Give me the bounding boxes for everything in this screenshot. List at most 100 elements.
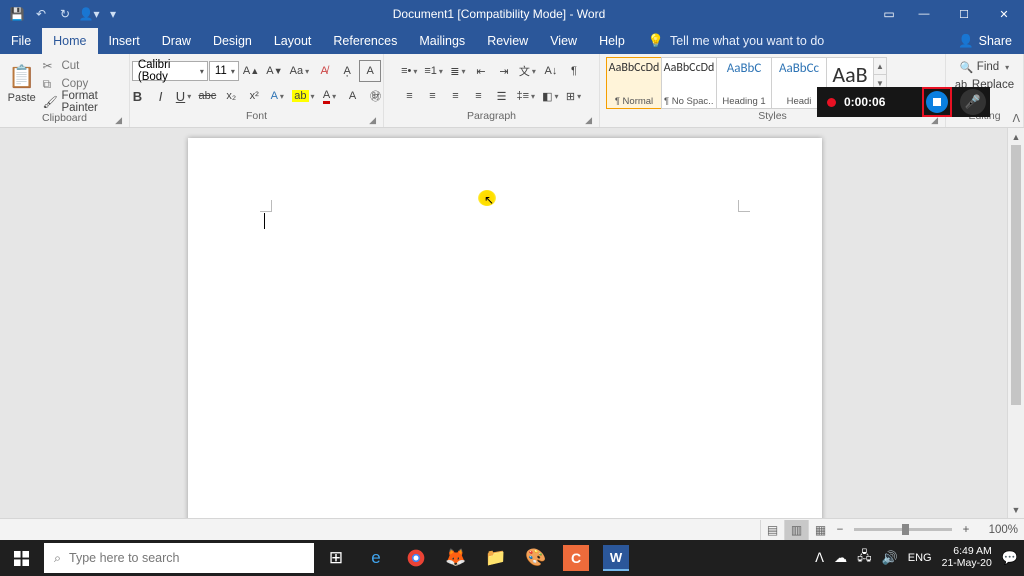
tab-file[interactable]: File <box>0 28 42 54</box>
paste-button[interactable]: 📋 Paste <box>5 56 38 112</box>
format-painter-button[interactable]: 🖌Format Painter <box>42 93 124 111</box>
style-no-spacing[interactable]: AaBbCcDd ¶ No Spac... <box>661 57 717 109</box>
underline-button[interactable]: U▾ <box>173 85 195 107</box>
bold-button[interactable]: B <box>127 85 149 107</box>
zoom-slider[interactable] <box>854 528 952 531</box>
strikethrough-button[interactable]: abc <box>196 85 220 107</box>
align-left-button[interactable]: ≡ <box>399 85 421 107</box>
share-button[interactable]: 👤 Share <box>946 28 1024 54</box>
align-center-button[interactable]: ≡ <box>422 85 444 107</box>
page[interactable] <box>188 138 822 518</box>
firefox-icon[interactable]: 🦊 <box>436 540 476 576</box>
style-heading-1[interactable]: AaBbC Heading 1 <box>716 57 772 109</box>
character-border-button[interactable]: A <box>359 60 381 82</box>
font-launcher-icon[interactable]: ◢ <box>369 115 376 126</box>
shrink-font-button[interactable]: A▼ <box>263 60 285 82</box>
show-hide-button[interactable]: ¶ <box>563 60 585 82</box>
tab-view[interactable]: View <box>539 28 588 54</box>
cut-button[interactable]: ✂Cut <box>42 57 124 75</box>
save-icon[interactable]: 💾 <box>6 3 28 25</box>
recording-bar[interactable]: 0:00:06 🎤 <box>817 87 990 117</box>
clock[interactable]: 6:49 AM 21-May-20 <box>942 546 992 569</box>
clipboard-launcher-icon[interactable]: ◢ <box>115 115 122 126</box>
zoom-slider-thumb[interactable] <box>902 524 909 535</box>
italic-button[interactable]: I <box>150 85 172 107</box>
font-name-combo[interactable]: Calibri (Body▾ <box>132 61 208 81</box>
bullets-button[interactable]: ≡•▾ <box>398 60 420 82</box>
decrease-indent-button[interactable]: ⇤ <box>470 60 492 82</box>
style-scroll-up-icon[interactable]: ▲ <box>874 58 886 75</box>
vertical-scrollbar[interactable]: ▲ ▼ <box>1007 128 1024 518</box>
tray-expand-icon[interactable]: ᐱ <box>815 550 824 566</box>
collapse-ribbon-icon[interactable]: ᐱ <box>1012 112 1020 125</box>
change-case-button[interactable]: Aa▾ <box>287 60 312 82</box>
tab-draw[interactable]: Draw <box>151 28 202 54</box>
microphone-button[interactable]: 🎤 <box>960 89 986 115</box>
borders-button[interactable]: ⊞▾ <box>562 85 584 107</box>
sort-button[interactable]: A↓ <box>540 60 562 82</box>
font-size-combo[interactable]: 11▾ <box>209 61 239 81</box>
scroll-up-icon[interactable]: ▲ <box>1008 128 1024 145</box>
print-layout-button[interactable]: ▥ <box>784 520 808 540</box>
minimize-button[interactable]: — <box>904 0 944 28</box>
shading-button[interactable]: ◧▾ <box>539 85 561 107</box>
tell-me-search[interactable]: 💡 Tell me what you want to do <box>636 28 824 54</box>
close-button[interactable]: ✕ <box>984 0 1024 28</box>
edge-icon[interactable]: e <box>356 540 396 576</box>
tab-help[interactable]: Help <box>588 28 636 54</box>
start-button[interactable] <box>0 540 42 576</box>
clear-formatting-button[interactable]: A̸ <box>313 60 335 82</box>
onedrive-icon[interactable]: ☁ <box>834 550 847 566</box>
tab-home[interactable]: Home <box>42 28 97 54</box>
increase-indent-button[interactable]: ⇥ <box>493 60 515 82</box>
read-mode-button[interactable]: ▤ <box>760 520 784 540</box>
zoom-out-button[interactable]: − <box>832 524 848 536</box>
volume-icon[interactable]: 🔊 <box>882 550 898 566</box>
tab-references[interactable]: References <box>322 28 408 54</box>
zoom-in-button[interactable]: + <box>958 524 974 536</box>
chrome-icon[interactable] <box>396 540 436 576</box>
subscript-button[interactable]: x₂ <box>220 85 242 107</box>
align-right-button[interactable]: ≡ <box>445 85 467 107</box>
paragraph-launcher-icon[interactable]: ◢ <box>585 115 592 126</box>
character-shading-button[interactable]: A <box>342 85 364 107</box>
multilevel-list-button[interactable]: ≣▾ <box>447 60 469 82</box>
find-button[interactable]: 🔍Find▾ <box>960 58 1009 76</box>
numbering-button[interactable]: ≡1▾ <box>421 60 446 82</box>
tab-insert[interactable]: Insert <box>98 28 151 54</box>
asian-layout-button[interactable]: 文▾ <box>516 60 539 82</box>
tab-design[interactable]: Design <box>202 28 263 54</box>
phonetic-guide-button[interactable]: A͎ <box>336 60 358 82</box>
scroll-thumb[interactable] <box>1011 145 1021 405</box>
superscript-button[interactable]: x² <box>243 85 265 107</box>
tab-layout[interactable]: Layout <box>263 28 323 54</box>
tab-review[interactable]: Review <box>476 28 539 54</box>
maximize-button[interactable]: ☐ <box>944 0 984 28</box>
file-explorer-icon[interactable]: 📁 <box>476 540 516 576</box>
tab-mailings[interactable]: Mailings <box>408 28 476 54</box>
font-color-button[interactable]: A▾ <box>319 85 341 107</box>
ribbon-display-options-icon[interactable]: ▭ <box>874 0 904 28</box>
redo-icon[interactable]: ↻ <box>54 3 76 25</box>
network-icon[interactable]: 🖧 <box>857 547 872 569</box>
scroll-down-icon[interactable]: ▼ <box>1008 501 1024 518</box>
account-icon[interactable]: 👤▾ <box>78 3 100 25</box>
qat-customize-icon[interactable]: ▾ <box>102 3 124 25</box>
text-effects-button[interactable]: A▾ <box>266 85 288 107</box>
stop-recording-button[interactable] <box>926 91 948 113</box>
action-center-icon[interactable]: 💬 <box>1002 550 1018 566</box>
web-layout-button[interactable]: ▦ <box>808 520 832 540</box>
undo-icon[interactable]: ↶ <box>30 3 52 25</box>
camtasia-icon[interactable]: C <box>563 545 589 571</box>
distributed-button[interactable]: ☰ <box>491 85 513 107</box>
zoom-level[interactable]: 100% <box>974 524 1018 536</box>
language-indicator[interactable]: ENG <box>908 552 932 564</box>
word-icon[interactable]: W <box>603 545 629 571</box>
task-view-button[interactable]: ⊞ <box>316 540 356 576</box>
document-area[interactable] <box>0 128 1024 518</box>
style-normal[interactable]: AaBbCcDd ¶ Normal <box>606 57 662 109</box>
justify-button[interactable]: ≡ <box>468 85 490 107</box>
taskbar-search[interactable]: ⌕ Type here to search <box>44 543 314 573</box>
paint-icon[interactable]: 🎨 <box>516 540 556 576</box>
grow-font-button[interactable]: A▲ <box>240 60 262 82</box>
